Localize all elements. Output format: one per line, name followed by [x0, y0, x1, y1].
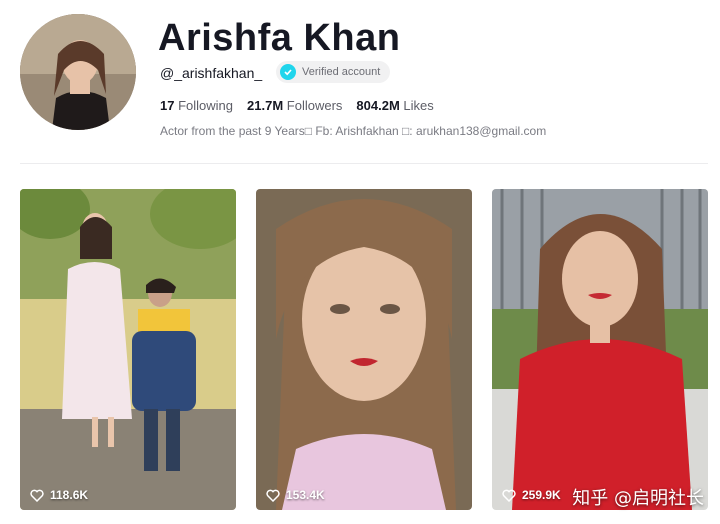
followers-count: 21.7M	[247, 98, 284, 113]
watermark: 知乎 @启明社长	[572, 488, 704, 509]
following-count: 17	[160, 98, 175, 113]
following-stat[interactable]: 17 Following	[160, 98, 233, 113]
profile-name: Arishfa Khan	[158, 17, 401, 59]
followers-label: Followers	[286, 98, 343, 113]
heart-icon	[30, 489, 44, 502]
avatar-image	[20, 14, 136, 130]
video-thumbnail	[492, 189, 708, 510]
profile-bio: Actor from the past 9 Years□ Fb: Arishfa…	[160, 124, 547, 138]
video-likes: 118.6K	[30, 488, 88, 502]
video-likes: 259.9K	[502, 488, 561, 502]
video-thumbnail	[20, 189, 236, 510]
followers-stat[interactable]: 21.7M Followers	[247, 98, 342, 113]
heart-icon	[266, 489, 280, 502]
heart-icon	[502, 489, 516, 502]
following-label: Following	[178, 98, 234, 113]
divider	[20, 163, 708, 164]
video-card[interactable]: 118.6K	[20, 189, 236, 510]
video-likes-count: 259.9K	[522, 488, 561, 502]
verified-label: Verified account	[302, 66, 381, 78]
video-card[interactable]: 153.4K	[256, 189, 472, 510]
profile-header: Arishfa Khan @_arishfakhan_ Verified acc…	[0, 0, 720, 160]
video-likes-count: 118.6K	[50, 488, 89, 502]
verified-badge: Verified account	[276, 61, 391, 83]
video-thumbnail	[256, 189, 472, 510]
likes-stat: 804.2M Likes	[356, 98, 433, 113]
video-card[interactable]: 259.9K	[492, 189, 708, 510]
likes-count: 804.2M	[356, 98, 400, 113]
profile-handle: @_arishfakhan_	[160, 65, 263, 81]
profile-stats: 17 Following 21.7M Followers 804.2M Like…	[160, 98, 434, 113]
video-likes: 153.4K	[266, 488, 325, 502]
avatar[interactable]	[20, 14, 136, 130]
likes-label: Likes	[403, 98, 434, 113]
video-likes-count: 153.4K	[286, 488, 325, 502]
verified-check-icon	[280, 64, 296, 80]
